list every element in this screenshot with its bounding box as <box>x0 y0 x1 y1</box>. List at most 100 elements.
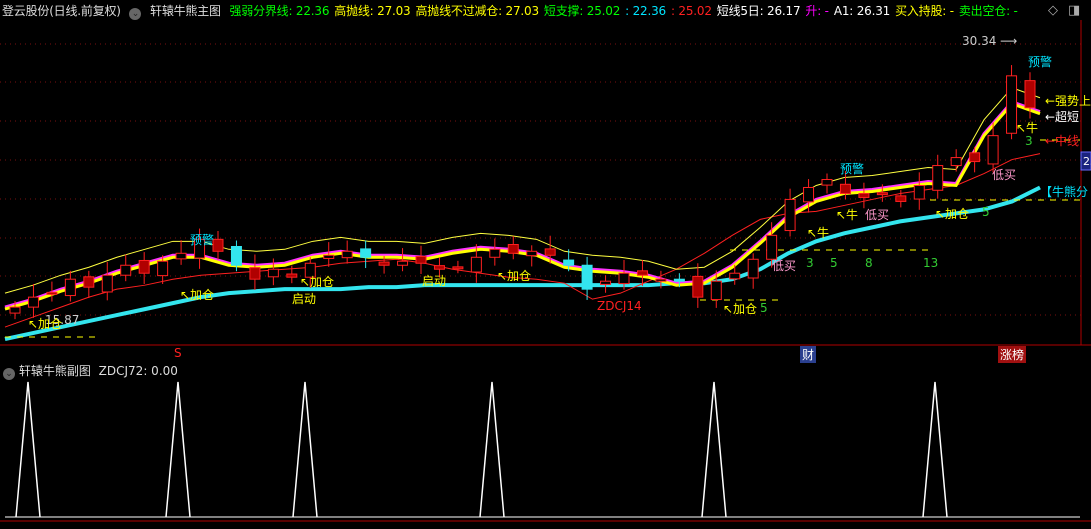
signal-spike <box>165 381 191 518</box>
candle-up <box>267 268 279 278</box>
signal-spike <box>922 381 948 518</box>
chart-annotation: ↖牛 <box>836 208 859 222</box>
candle-up <box>526 250 538 257</box>
high-price-label: 30.34 ⟶ <box>962 34 1018 48</box>
chart-annotation: 5 <box>760 301 768 315</box>
header-value: A1: 26.31 <box>833 4 891 18</box>
candle-up <box>950 157 962 167</box>
event-marker[interactable]: S <box>174 346 182 360</box>
candle-up <box>729 272 741 280</box>
header-value: 买入持股: - <box>895 4 954 18</box>
chevron-down-icon[interactable]: ⌄ <box>129 8 142 20</box>
mid-line <box>4 153 1041 328</box>
candle-down <box>507 244 519 254</box>
panel-toggle-icon[interactable]: ◨ <box>1068 3 1080 18</box>
header-value: : 25.02 <box>670 4 712 18</box>
chart-annotation: 预警 <box>1028 55 1053 69</box>
sub-indicator-name[interactable]: 轩辕牛熊副图 <box>19 364 91 378</box>
candle-down <box>452 266 464 270</box>
candle-up <box>618 272 630 285</box>
candle-up <box>489 248 501 258</box>
candle-down <box>1024 80 1036 109</box>
header-value: 高抛线: 27.03 <box>334 4 411 18</box>
candle-down <box>636 270 648 276</box>
signal-spike <box>292 381 318 518</box>
candle-up <box>821 179 833 186</box>
chart-annotation: 预警 <box>190 233 215 247</box>
chart-annotation: 3 <box>1025 134 1033 148</box>
chart-annotation: 5 <box>830 256 838 270</box>
stock-title[interactable]: 登云股份(日线.前复权) <box>2 4 121 18</box>
candle-up <box>9 306 21 314</box>
candle-down <box>249 267 261 280</box>
sub-indicator-value: ZDCJ72: 0.00 <box>98 364 178 378</box>
candle-down <box>230 246 242 266</box>
candle-up <box>803 186 815 203</box>
chart-annotation: 5 <box>982 205 990 219</box>
candle-down <box>895 195 907 202</box>
candle-up <box>913 184 925 200</box>
candle-down <box>544 248 556 256</box>
chart-annotation: 启动 <box>292 292 317 306</box>
chart-annotation: ↖牛 <box>807 226 830 240</box>
chart-annotation: ↖加仓 <box>28 317 63 331</box>
chart-annotation: 启动 <box>422 274 447 288</box>
diamond-icon[interactable]: ◇ <box>1048 3 1058 18</box>
header-value: 短线5日: 26.17 <box>716 4 801 18</box>
chart-annotation: 预警 <box>840 162 865 176</box>
candle-up <box>323 254 335 259</box>
candle-up <box>27 296 39 308</box>
candle-up <box>747 258 759 279</box>
chart-annotation: ZDCJ14 <box>597 299 642 313</box>
header-value: 强弱分界线: 22.36 <box>229 4 330 18</box>
candle-down <box>286 273 298 278</box>
chart-annotation: ←中线 <box>1045 134 1080 148</box>
signal-spike <box>15 381 41 518</box>
chart-header: 登云股份(日线.前复权) ⌄ 轩辕牛熊主图 强弱分界线: 22.36 高抛线: 2… <box>2 2 1028 20</box>
signal-spike <box>479 381 505 518</box>
chart-annotation: ↖加仓 <box>300 275 335 289</box>
candle-up <box>120 264 132 276</box>
candle-down <box>360 248 372 258</box>
sub-chart-spikes <box>5 381 1080 518</box>
candle-up <box>101 274 113 293</box>
candle-down <box>415 255 427 264</box>
indicator-name[interactable]: 轩辕牛熊主图 <box>150 4 221 18</box>
candle-down <box>839 183 851 194</box>
chart-annotation: ←强势上 <box>1045 94 1091 108</box>
candle-down <box>378 261 390 266</box>
candle-down <box>83 276 95 288</box>
candle-up <box>655 278 667 282</box>
candle-up <box>64 278 76 297</box>
candle-down <box>876 192 888 196</box>
event-marker[interactable]: 涨榜 <box>998 346 1027 363</box>
candle-up <box>987 135 999 165</box>
candle-down <box>581 264 593 290</box>
candle-up <box>157 260 169 277</box>
candle-up <box>932 165 944 191</box>
sub-chart-header: ⌄ 轩辕牛熊副图 ZDCJ72: 0.00 <box>3 362 178 380</box>
chart-annotation: 3 <box>806 256 814 270</box>
candle-down <box>563 259 575 266</box>
candle-up <box>341 250 353 259</box>
header-value: 升: - <box>805 4 829 18</box>
header-value: : 22.36 <box>625 4 666 18</box>
candle-up <box>784 198 796 232</box>
candle-up <box>600 280 612 285</box>
event-marker[interactable]: 财 <box>800 346 817 363</box>
candle-up <box>710 280 722 301</box>
candle-down <box>969 152 981 163</box>
chart-annotation: 低买 <box>772 259 797 273</box>
chevron-down-icon[interactable]: ⌄ <box>3 368 15 380</box>
candle-up <box>175 252 187 260</box>
chart-annotation: ←超短 <box>1045 110 1080 124</box>
candle-down <box>858 192 870 198</box>
candle-down <box>692 275 704 298</box>
chart-annotation: ↖加仓 <box>180 288 215 302</box>
chart-annotation: 8 <box>865 256 873 270</box>
candle-down <box>673 278 685 282</box>
chart-annotation: 【牛熊分 <box>1040 185 1089 199</box>
chart-annotation: ↖加仓 <box>723 302 758 316</box>
chart-annotation: 低买 <box>992 168 1017 182</box>
header-value: 短支撑: 25.02 <box>543 4 621 18</box>
